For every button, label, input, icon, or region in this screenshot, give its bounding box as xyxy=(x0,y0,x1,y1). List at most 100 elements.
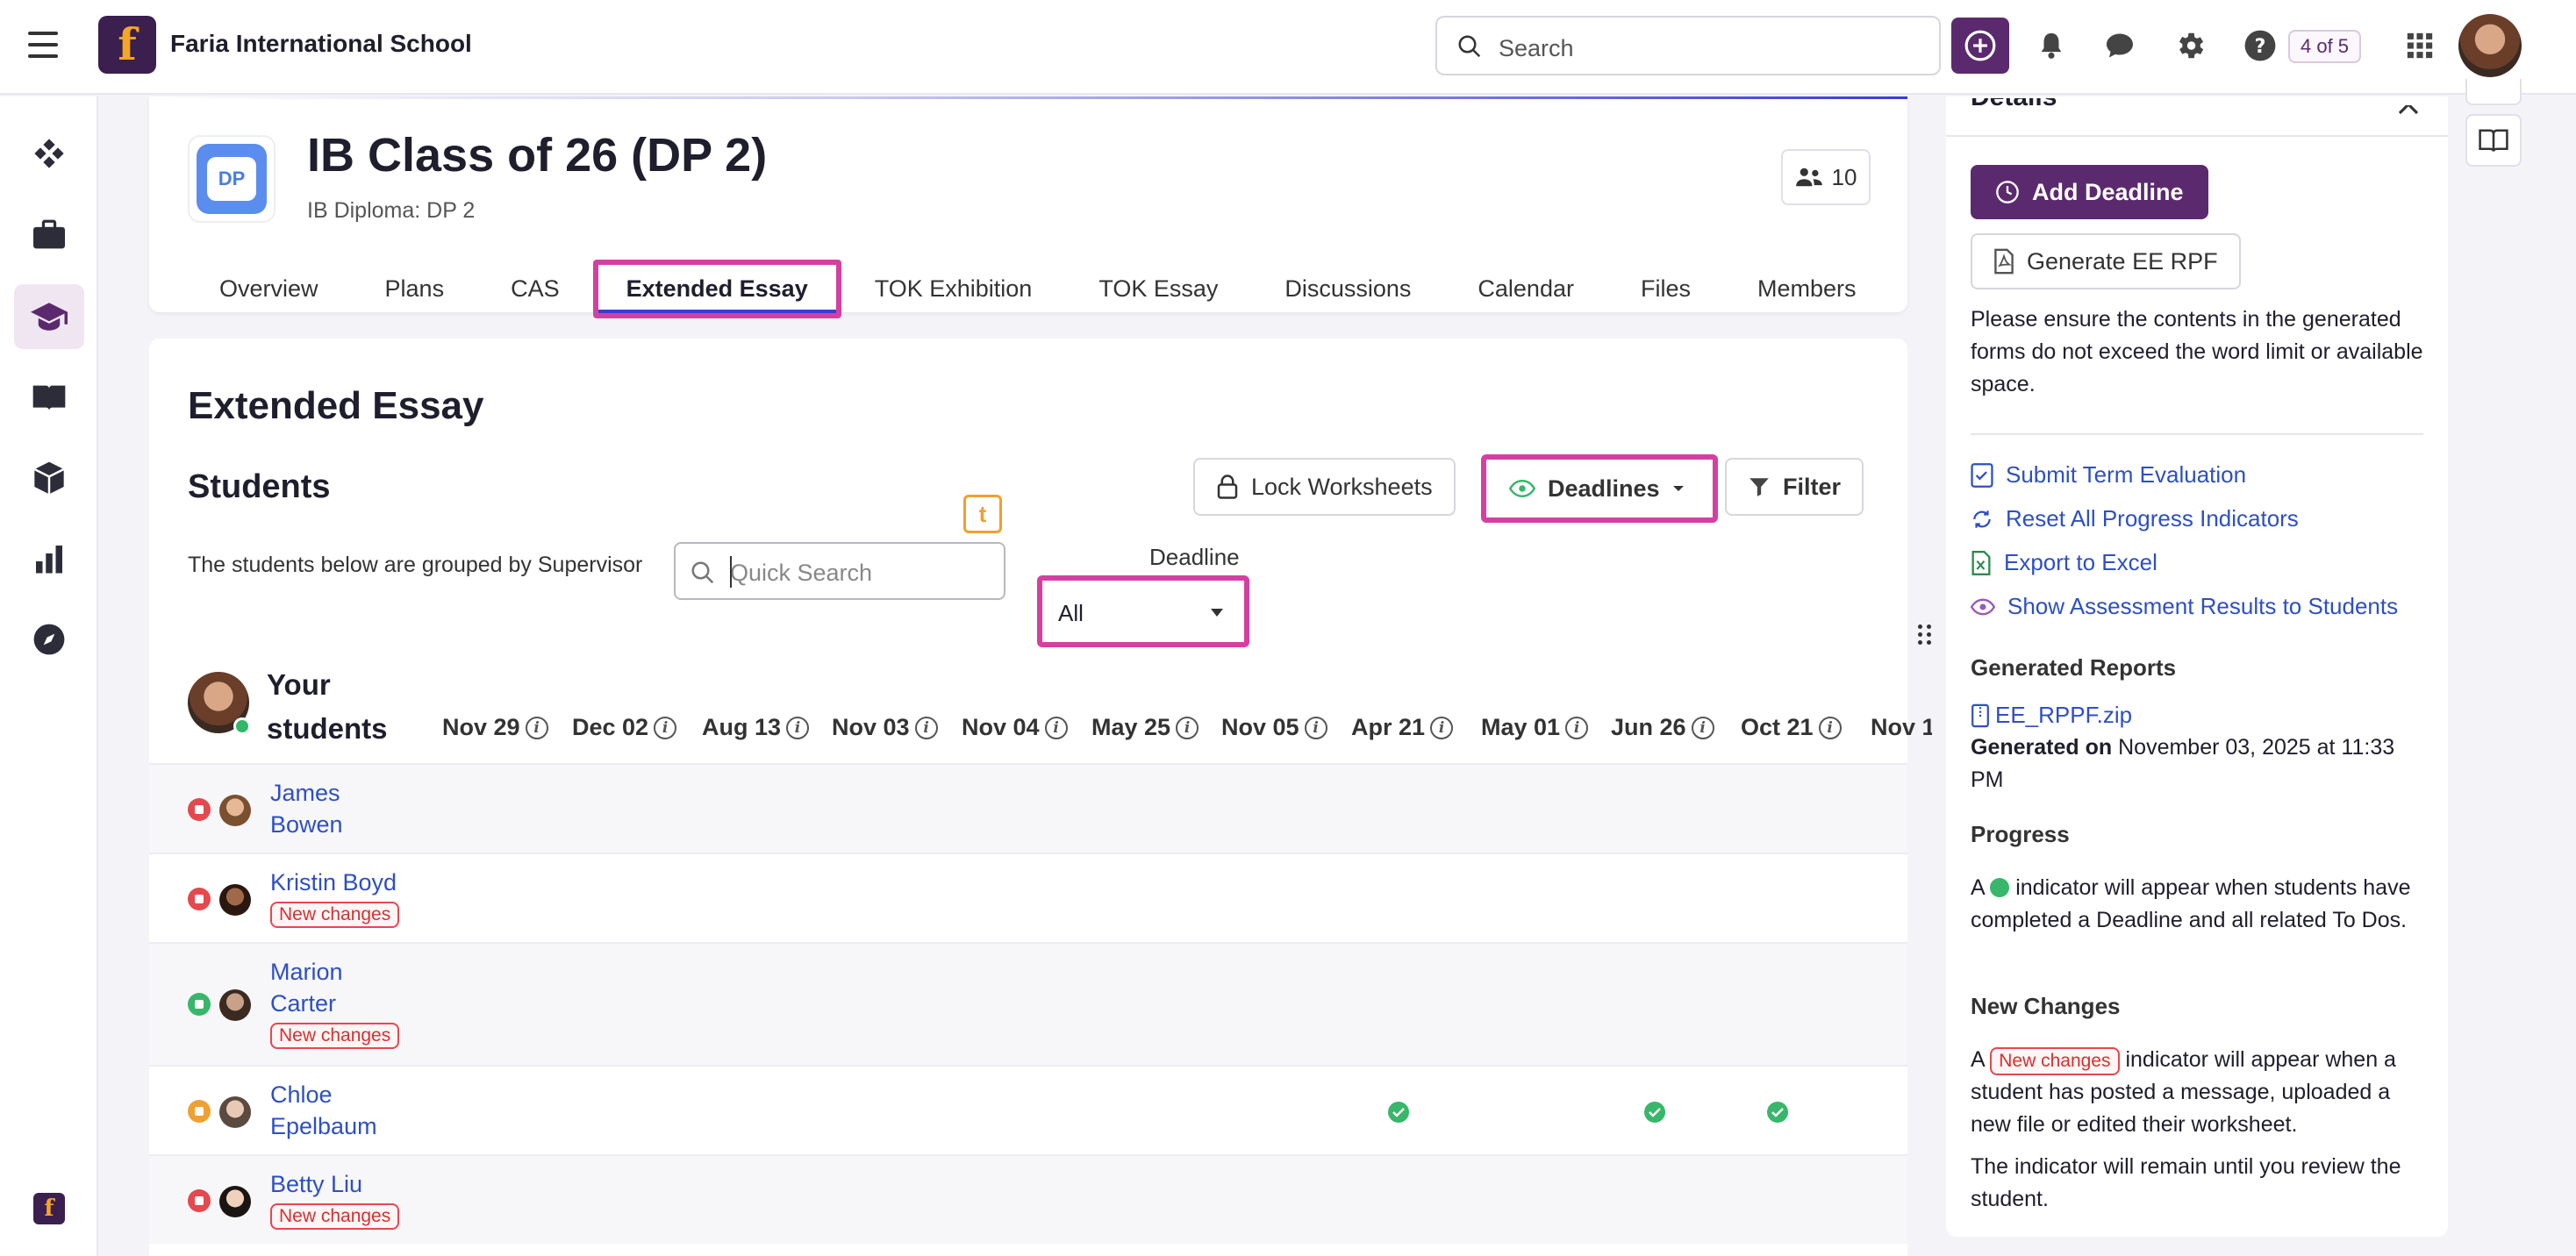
info-icon[interactable]: i xyxy=(1691,716,1714,739)
apps-button[interactable] xyxy=(2401,26,2439,65)
deadline-select[interactable]: All xyxy=(1044,582,1242,640)
flag-icon[interactable] xyxy=(188,1100,211,1123)
settings-button[interactable] xyxy=(2171,26,2209,65)
notifications-button[interactable] xyxy=(2032,26,2071,65)
menu-icon[interactable] xyxy=(28,32,58,58)
lock-worksheets-button[interactable]: Lock Worksheets xyxy=(1193,458,1456,516)
rail-programmes[interactable] xyxy=(14,284,84,349)
deadline-column[interactable]: Dec 02 i xyxy=(572,714,702,741)
rail-dashboard[interactable] xyxy=(14,121,84,186)
rail-explore[interactable] xyxy=(14,607,84,672)
info-icon[interactable]: i xyxy=(1176,716,1199,739)
info-icon[interactable]: i xyxy=(1565,716,1589,739)
table-row[interactable]: Marion Carter New changes xyxy=(149,942,1907,1065)
rail-library[interactable] xyxy=(14,365,84,430)
generate-rpf-button[interactable]: Generate EE RPF xyxy=(1971,233,2241,289)
info-icon[interactable]: i xyxy=(654,716,677,739)
tab-cas[interactable]: CAS xyxy=(477,260,593,318)
flag-icon[interactable] xyxy=(188,798,211,821)
student-name[interactable]: James Bowen xyxy=(270,777,411,840)
tab-overview[interactable]: Overview xyxy=(186,260,352,318)
tab-plans[interactable]: Plans xyxy=(352,260,478,318)
plus-circle-icon xyxy=(1964,30,1996,61)
deadline-column[interactable]: Nov 04 i xyxy=(962,714,1091,741)
tab-tok-exhibition[interactable]: TOK Exhibition xyxy=(841,260,1066,318)
table-row[interactable]: Chloe Epelbaum xyxy=(149,1065,1907,1154)
programme-tile-label: DP xyxy=(207,157,256,201)
flag-icon[interactable] xyxy=(188,993,211,1016)
deadline-column[interactable]: Nov 1 xyxy=(1871,714,1932,741)
report-file-link[interactable]: EE_RPPF.zip xyxy=(1971,702,2132,729)
help-button[interactable]: ? xyxy=(2241,26,2279,65)
deadline-date: Nov 05 xyxy=(1221,714,1299,740)
info-icon[interactable]: i xyxy=(1304,716,1327,739)
deadline-select-value: All xyxy=(1058,600,1084,626)
info-icon[interactable]: i xyxy=(1818,716,1842,739)
help-icon: ? xyxy=(2244,30,2276,61)
side-tool-resources[interactable] xyxy=(2465,114,2522,167)
deadline-column[interactable]: Apr 21 i xyxy=(1351,714,1481,741)
compass-icon xyxy=(33,624,65,655)
info-icon[interactable]: i xyxy=(525,716,548,739)
faria-logo[interactable]: f xyxy=(33,1193,65,1224)
add-deadline-button[interactable]: Add Deadline xyxy=(1971,165,2208,219)
tab-extended-essay[interactable]: Extended Essay xyxy=(592,260,841,318)
info-icon[interactable]: i xyxy=(1430,716,1454,739)
flag-icon[interactable] xyxy=(188,1189,211,1212)
quick-search-placeholder: Quick Search xyxy=(730,560,873,586)
student-name[interactable]: Betty Liu xyxy=(270,1168,481,1200)
filter-label: Filter xyxy=(1783,473,1842,500)
rail-reports[interactable] xyxy=(14,526,84,591)
rail-units[interactable] xyxy=(14,446,84,510)
turnitin-icon[interactable]: t xyxy=(963,495,1002,533)
deadline-column[interactable]: Nov 29 i xyxy=(442,714,572,741)
deadline-column[interactable]: Oct 21 i xyxy=(1741,714,1871,741)
tab-files[interactable]: Files xyxy=(1607,260,1724,318)
student-name[interactable]: Marion Carter xyxy=(270,956,411,1019)
table-row[interactable]: Kristin Boyd New changes xyxy=(149,853,1907,942)
users-icon xyxy=(1795,168,1822,187)
tab-discussions[interactable]: Discussions xyxy=(1251,260,1444,318)
reset-progress-indicators-link[interactable]: Reset All Progress Indicators xyxy=(1971,505,2299,532)
search-icon xyxy=(1458,35,1481,58)
school-name[interactable]: Faria International School xyxy=(170,30,472,58)
deadline-column[interactable]: May 01 i xyxy=(1481,714,1611,741)
panel-resize-handle[interactable] xyxy=(1918,624,1932,646)
side-tool-details[interactable] xyxy=(2465,79,2522,105)
deadline-column[interactable]: Nov 03 i xyxy=(832,714,962,741)
lock-worksheets-label: Lock Worksheets xyxy=(1251,473,1433,500)
info-icon[interactable]: i xyxy=(914,716,938,739)
tab-members[interactable]: Members xyxy=(1724,260,1890,318)
school-logo[interactable]: f xyxy=(98,16,156,74)
show-assessment-results-link[interactable]: Show Assessment Results to Students xyxy=(1971,593,2398,620)
close-icon[interactable] xyxy=(2395,105,2422,122)
table-row[interactable]: Betty Liu New changes xyxy=(149,1154,1907,1244)
submit-term-evaluation-link[interactable]: Submit Term Evaluation xyxy=(1971,461,2246,489)
deadline-column[interactable]: May 25 i xyxy=(1091,714,1221,741)
user-avatar[interactable] xyxy=(2458,14,2522,77)
members-button[interactable]: 10 xyxy=(1781,149,1871,205)
new-changes-badge: New changes xyxy=(270,1203,400,1230)
deadlines-dropdown-button[interactable]: Deadlines xyxy=(1488,461,1706,516)
quick-search-input[interactable]: Quick Search xyxy=(674,542,1005,600)
student-name[interactable]: Chloe Epelbaum xyxy=(270,1079,411,1142)
add-button[interactable] xyxy=(1951,18,2009,74)
tab-calendar[interactable]: Calendar xyxy=(1444,260,1607,318)
avatar xyxy=(219,795,251,826)
messages-button[interactable] xyxy=(2100,26,2139,65)
flag-icon[interactable] xyxy=(188,888,211,910)
filter-button[interactable]: Filter xyxy=(1725,458,1864,516)
deadline-column[interactable]: Aug 13 i xyxy=(702,714,832,741)
tab-tok-essay[interactable]: TOK Essay xyxy=(1065,260,1251,318)
deadline-column[interactable]: Jun 26 i xyxy=(1611,714,1741,741)
deadline-column[interactable]: Nov 05 i xyxy=(1221,714,1351,741)
account-counter-badge[interactable]: 4 of 5 xyxy=(2288,30,2362,63)
student-name[interactable]: Kristin Boyd xyxy=(270,867,481,898)
global-search-input[interactable]: Search xyxy=(1435,16,1941,75)
rail-briefcase[interactable] xyxy=(14,202,84,267)
link-label: EE_RPPF.zip xyxy=(1995,702,2133,728)
export-to-excel-link[interactable]: Export to Excel xyxy=(1971,549,2157,576)
table-row[interactable]: James Bowen xyxy=(149,763,1907,853)
info-icon[interactable]: i xyxy=(1044,716,1068,739)
info-icon[interactable]: i xyxy=(786,716,810,739)
